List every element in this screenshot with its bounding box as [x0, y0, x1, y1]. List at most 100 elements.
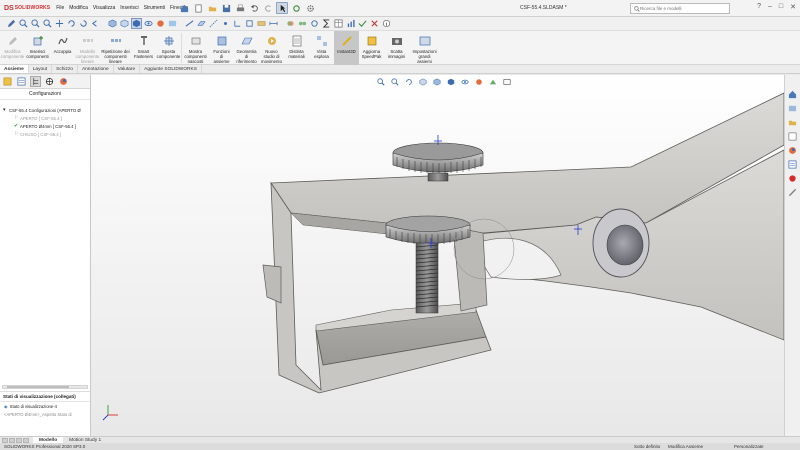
- dimension-icon[interactable]: [268, 18, 279, 29]
- linear-component-model-button[interactable]: Modello componente lineare: [75, 31, 100, 65]
- configuration-manager-icon[interactable]: [30, 76, 41, 87]
- units-customized[interactable]: Personalizzate: [734, 444, 764, 449]
- plier-assembly-model[interactable]: [91, 75, 784, 436]
- point-icon[interactable]: [220, 18, 231, 29]
- toolbox-icon[interactable]: [787, 187, 798, 198]
- search-input[interactable]: [640, 6, 720, 11]
- config-item[interactable]: ⚐ CHIUSO [ CSF-55.4 ]: [0, 130, 90, 138]
- plane-icon[interactable]: [196, 18, 207, 29]
- display-manager-icon[interactable]: [58, 76, 69, 87]
- maximize-button[interactable]: □: [779, 3, 783, 11]
- zoom-icon[interactable]: [42, 18, 53, 29]
- cube-view-icon[interactable]: [107, 18, 118, 29]
- zoom-area-icon[interactable]: [30, 18, 41, 29]
- solidworks-logo[interactable]: DS SOLIDWORKS: [4, 5, 50, 12]
- save-icon[interactable]: [220, 2, 232, 14]
- scrollbar-thumb[interactable]: [7, 386, 69, 388]
- menu-strumenti[interactable]: Strumenti: [144, 5, 165, 11]
- options-gear-icon[interactable]: [304, 2, 316, 14]
- jaw-tip[interactable]: [262, 264, 282, 304]
- rotate-icon[interactable]: [66, 18, 77, 29]
- file-explorer-icon[interactable]: [787, 117, 798, 128]
- appearances-scenes-icon[interactable]: [787, 145, 798, 156]
- edit-component-button[interactable]: Modifica componente: [0, 31, 25, 65]
- hole-alignment-icon[interactable]: [309, 18, 320, 29]
- pencil-icon[interactable]: [6, 18, 17, 29]
- menu-modifica[interactable]: Modifica: [69, 5, 88, 11]
- home-icon[interactable]: [178, 2, 190, 14]
- tab-aggiunte[interactable]: Aggiunte SOLIDWORKS: [140, 65, 202, 73]
- hide-show-icon[interactable]: [143, 18, 154, 29]
- menu-inserisci[interactable]: Inserisci: [120, 5, 138, 11]
- configuration-root[interactable]: ▾ CSF-55.4 Configurazioni (APERTO Ø: [0, 106, 90, 114]
- interference-icon[interactable]: [285, 18, 296, 29]
- previous-view-icon[interactable]: [90, 18, 101, 29]
- print-icon[interactable]: [234, 2, 246, 14]
- config-item[interactable]: ⚐ APERTO [ CSF-55.4 ]: [0, 114, 90, 122]
- close-x-icon[interactable]: [369, 18, 380, 29]
- tab-layout[interactable]: Layout: [29, 65, 53, 73]
- roll-view-icon[interactable]: [78, 18, 89, 29]
- graphics-area[interactable]: [91, 75, 784, 436]
- menu-file[interactable]: File: [56, 5, 64, 11]
- axis-icon[interactable]: [208, 18, 219, 29]
- rebuild-icon[interactable]: [290, 2, 302, 14]
- shaded-view-icon[interactable]: [131, 18, 142, 29]
- instant3d-button[interactable]: Instant3D: [334, 31, 359, 65]
- menu-visualizza[interactable]: Visualizza: [93, 5, 115, 11]
- bill-of-materials-button[interactable]: Distinta materiali: [284, 31, 309, 65]
- linear-component-pattern-button[interactable]: Ripetizione dei componenti lineare: [100, 31, 131, 65]
- chart-icon[interactable]: [345, 18, 356, 29]
- design-library-icon[interactable]: [787, 103, 798, 114]
- zoom-fit-icon[interactable]: [18, 18, 29, 29]
- take-snapshot-button[interactable]: Scatta immagini: [384, 31, 409, 65]
- view-palette-icon[interactable]: [787, 131, 798, 142]
- feature-manager-icon[interactable]: [2, 76, 13, 87]
- tab-schizzo[interactable]: Schizzo: [52, 65, 78, 73]
- close-button[interactable]: ✕: [790, 3, 796, 11]
- open-icon[interactable]: [206, 2, 218, 14]
- config-item-active[interactable]: ✔ APERTO Ø4mm [ CSF-55.4 ]: [0, 122, 90, 130]
- display-state-item[interactable]: ◉ Stato di visualizzazione-4: [0, 402, 90, 410]
- update-speedpak-button[interactable]: Aggiorna SpeedPak: [359, 31, 384, 65]
- solidworks-resources-icon[interactable]: [787, 89, 798, 100]
- last-tab-arrow-icon[interactable]: [23, 437, 29, 443]
- appearance-icon[interactable]: [155, 18, 166, 29]
- sketch-icon[interactable]: [184, 18, 195, 29]
- mass-properties-icon[interactable]: [244, 18, 255, 29]
- solidworks-forum-icon[interactable]: [787, 173, 798, 184]
- move-component-button[interactable]: Sposta componente: [156, 31, 181, 65]
- next-tab-arrow-icon[interactable]: [16, 437, 22, 443]
- scene-icon[interactable]: [167, 18, 178, 29]
- assembly-features-button[interactable]: Funzioni di assieme: [209, 31, 234, 65]
- custom-properties-icon[interactable]: [787, 159, 798, 170]
- property-manager-icon[interactable]: [16, 76, 27, 87]
- info-icon[interactable]: [381, 18, 392, 29]
- select-pointer-icon[interactable]: [276, 2, 288, 14]
- sum-icon[interactable]: [321, 18, 332, 29]
- reference-geometry-button[interactable]: Geometria di riferimento: [234, 31, 259, 65]
- show-hidden-components-button[interactable]: Mostra componenti nascosti: [182, 31, 209, 65]
- dimxpert-icon[interactable]: [44, 76, 55, 87]
- tab-assieme[interactable]: Assieme: [0, 65, 29, 73]
- redo-icon[interactable]: [262, 2, 274, 14]
- first-tab-arrow-icon[interactable]: [2, 437, 8, 443]
- measure-icon[interactable]: [256, 18, 267, 29]
- coordinate-system-icon[interactable]: [232, 18, 243, 29]
- clearance-icon[interactable]: [297, 18, 308, 29]
- table-icon[interactable]: [333, 18, 344, 29]
- prev-tab-arrow-icon[interactable]: [9, 437, 15, 443]
- new-document-icon[interactable]: [192, 2, 204, 14]
- large-assembly-settings-button[interactable]: Impostazioni grandi assiemi: [409, 31, 440, 65]
- pan-icon[interactable]: [54, 18, 65, 29]
- smart-fasteners-button[interactable]: Smart Fasteners: [131, 31, 156, 65]
- section-view-icon[interactable]: [119, 18, 130, 29]
- tab-annotazione[interactable]: Annotazione: [78, 65, 114, 73]
- panel-horizontal-scrollbar[interactable]: [2, 385, 88, 389]
- new-motion-study-button[interactable]: Nuovo studio di movimento: [259, 31, 284, 65]
- tab-valutare[interactable]: Valutare: [114, 65, 141, 73]
- minimize-button[interactable]: –: [768, 3, 772, 11]
- display-state-item[interactable]: <APERTO Ø4mm>_Aspetto Stato di: [0, 410, 90, 418]
- help-button[interactable]: ?: [757, 3, 761, 11]
- check-icon[interactable]: [357, 18, 368, 29]
